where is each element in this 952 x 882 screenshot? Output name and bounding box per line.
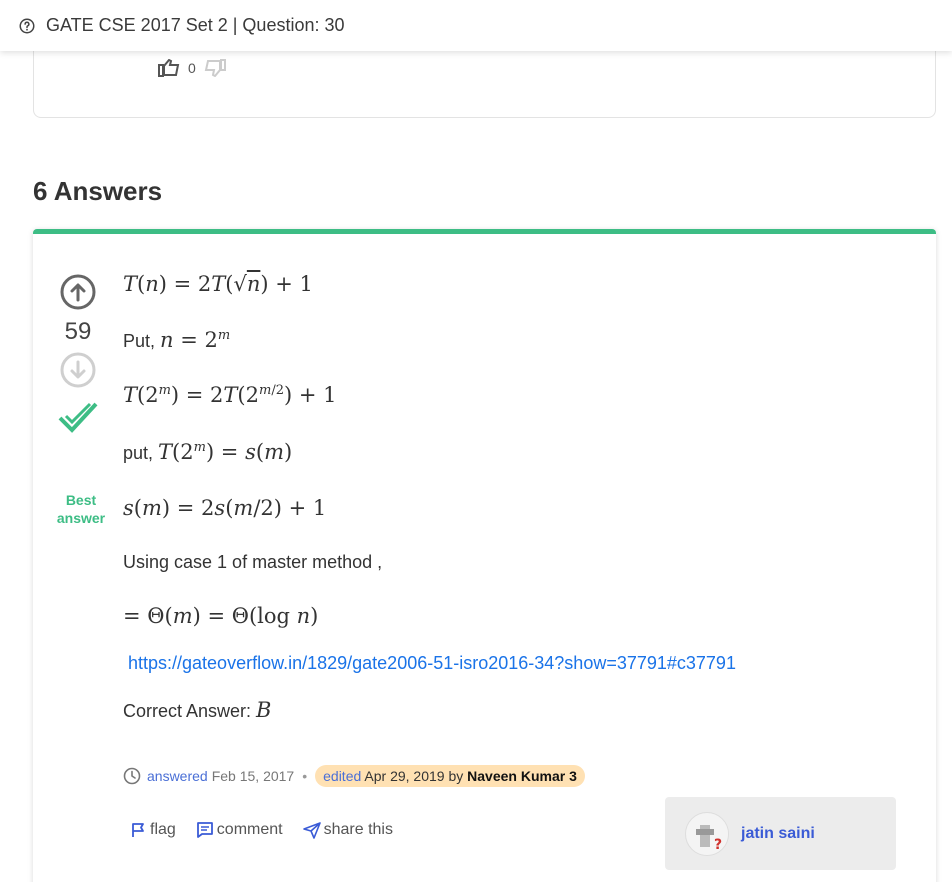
question-votes: 0 <box>158 59 226 77</box>
put-label-2: put, <box>123 443 159 463</box>
put-label: Put, <box>123 331 161 351</box>
share-label: share this <box>323 821 393 838</box>
comment-icon <box>196 822 213 838</box>
reference-link[interactable]: https://gateoverflow.in/1829/gate2006-51… <box>128 653 736 674</box>
author-name[interactable]: jatin saini <box>741 825 815 843</box>
equation-result: = Θ(m) = Θ(log n) <box>123 604 319 628</box>
editor-name[interactable]: Naveen Kumar 3 <box>467 768 577 784</box>
share-send-icon <box>302 822 321 839</box>
correct-answer-label: Correct Answer: <box>123 701 257 721</box>
best-answer-card: 59 Best answer T(n) = 2T(√n) + 1 Put, n … <box>33 229 936 882</box>
equation-s: s(m) = 2s(m/2) + 1 <box>123 496 327 520</box>
like-count: 0 <box>188 60 196 76</box>
comment-button[interactable]: comment <box>196 821 283 839</box>
substitution-line-2: put, T(2m) = s(m) <box>123 440 293 464</box>
best-answer-check-icon <box>58 402 98 433</box>
master-method-text: Using case 1 of master method , <box>123 552 383 572</box>
edited-label[interactable]: edited <box>323 768 361 784</box>
edited-badge: edited Apr 29, 2019 by Naveen Kumar 3 <box>315 765 585 787</box>
share-button[interactable]: share this <box>302 821 393 839</box>
correct-answer-line: Correct Answer: B <box>123 698 271 722</box>
answer-meta: answered Feb 15, 2017 • edited Apr 29, 2… <box>123 765 585 787</box>
correct-answer-value: B <box>256 698 272 722</box>
flag-icon <box>132 823 144 837</box>
equation-recurrence: T(n) = 2T(√n) + 1 <box>123 272 313 296</box>
answered-date: Feb 15, 2017 <box>211 768 295 784</box>
meta-separator: • <box>302 768 308 784</box>
clock-icon <box>123 767 141 785</box>
svg-text:?: ? <box>714 837 722 853</box>
dislike-icon[interactable] <box>204 59 226 77</box>
best-answer-label: Best answer <box>56 492 106 526</box>
comment-label: comment <box>216 821 283 838</box>
page-title: GATE CSE 2017 Set 2 | Question: 30 <box>46 15 345 35</box>
user-avatar-icon[interactable]: ? <box>685 811 729 856</box>
flag-label: flag <box>150 821 176 838</box>
like-icon[interactable] <box>158 59 180 77</box>
substitution-line: Put, n = 2m <box>123 328 231 352</box>
question-help-icon <box>19 18 35 33</box>
answers-count-heading: 6 Answers <box>33 176 163 206</box>
equation-substituted: T(2m) = 2T(2m/2) + 1 <box>123 383 337 407</box>
answered-label[interactable]: answered <box>147 768 208 784</box>
author-card: ? jatin saini <box>665 797 896 870</box>
vote-count: 59 <box>64 318 92 345</box>
vote-column: 59 <box>53 274 103 436</box>
downvote-icon[interactable] <box>60 352 96 388</box>
flag-button[interactable]: flag <box>129 821 176 839</box>
upvote-icon[interactable] <box>60 274 96 310</box>
top-header: GATE CSE 2017 Set 2 | Question: 30 <box>0 0 952 51</box>
answer-actions: flag comment share this <box>129 821 393 839</box>
edited-date: Apr 29, 2019 by <box>364 768 464 784</box>
